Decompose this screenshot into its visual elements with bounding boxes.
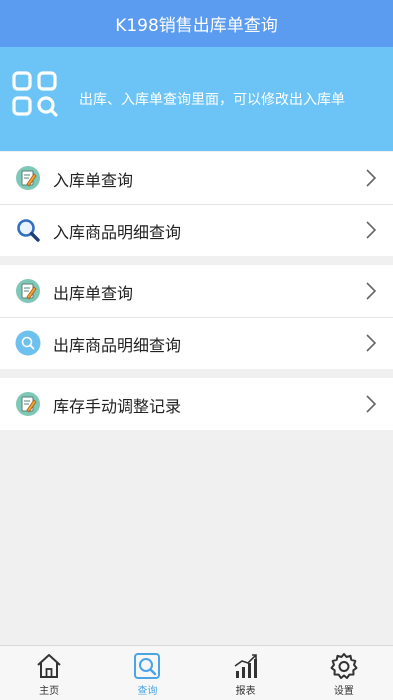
- gear-icon: [330, 653, 358, 679]
- banner-text: 出库、入库单查询里面，可以修改出入库单: [79, 92, 345, 108]
- search-circle-icon: [15, 330, 41, 356]
- info-banner: 出库、入库单查询里面，可以修改出入库单: [0, 47, 393, 151]
- grid-search-icon: [12, 71, 58, 117]
- menu-item-label: 入库单查询: [53, 171, 134, 190]
- menu-item-outbound-order-query[interactable]: 出库单查询: [0, 265, 393, 317]
- menu-item-label: 出库商品明细查询: [53, 336, 182, 355]
- title-bar: K198销售出库单查询: [0, 0, 393, 47]
- search-box-icon: [134, 653, 161, 679]
- chevron-right-icon: [366, 221, 377, 239]
- tab-label: 主页: [39, 686, 60, 697]
- magnifier-icon: [17, 219, 40, 242]
- menu-group-stock: 库存手动调整记录: [0, 378, 393, 430]
- bottom-tab-bar: 主页 查询 报表 设置: [0, 645, 393, 700]
- menu-group-inbound: 入库单查询 入库商品明细查询: [0, 152, 393, 256]
- chevron-right-icon: [366, 169, 377, 187]
- menu-item-stock-adjustment-log[interactable]: 库存手动调整记录: [0, 378, 393, 430]
- menu-group-outbound: 出库单查询 出库商品明细查询: [0, 265, 393, 369]
- page-title: K198销售出库单查询: [115, 16, 278, 36]
- tab-home[interactable]: 主页: [0, 646, 98, 700]
- edit-note-icon: [16, 279, 40, 303]
- edit-note-icon: [16, 166, 40, 190]
- chart-icon: [234, 654, 257, 678]
- menu-item-outbound-goods-detail-query[interactable]: 出库商品明细查询: [0, 317, 393, 369]
- menu-item-inbound-goods-detail-query[interactable]: 入库商品明细查询: [0, 204, 393, 256]
- menu-item-label: 出库单查询: [53, 284, 134, 303]
- chevron-right-icon: [366, 395, 377, 413]
- tab-settings[interactable]: 设置: [295, 646, 393, 700]
- menu-item-inbound-order-query[interactable]: 入库单查询: [0, 152, 393, 204]
- tab-report[interactable]: 报表: [197, 646, 295, 700]
- chevron-right-icon: [366, 334, 377, 352]
- home-icon: [37, 654, 61, 678]
- tab-label: 报表: [235, 686, 256, 697]
- tab-label: 查询: [137, 686, 158, 697]
- tab-label: 设置: [333, 686, 354, 697]
- edit-note-icon: [16, 392, 40, 416]
- chevron-right-icon: [366, 282, 377, 300]
- menu-item-label: 入库商品明细查询: [53, 223, 182, 242]
- tab-query[interactable]: 查询: [98, 646, 196, 700]
- menu-item-label: 库存手动调整记录: [53, 397, 182, 416]
